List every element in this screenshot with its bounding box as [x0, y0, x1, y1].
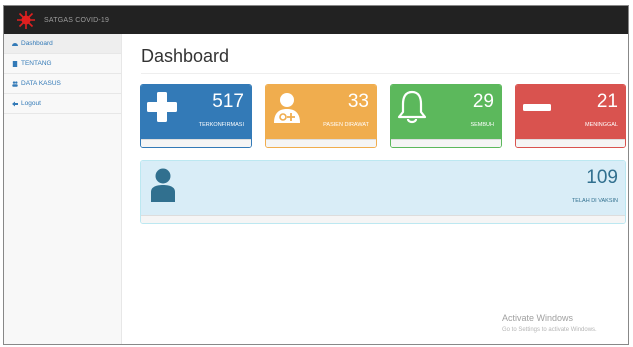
panel-pasien-dirawat[interactable]: 33 PASIEN DIRAWAT — [265, 84, 377, 148]
sidebar-item-dashboard[interactable]: Dashboard — [4, 34, 121, 54]
minus-icon — [523, 104, 551, 111]
panel-footer[interactable] — [266, 139, 376, 147]
sign-out-icon — [12, 101, 18, 106]
panel-value: 33 — [347, 91, 369, 112]
file-icon — [12, 60, 18, 67]
sidebar-item-label: TENTANG — [21, 60, 52, 67]
activate-windows-title: Activate Windows — [502, 313, 574, 323]
sidebar-item-label: Logout — [21, 100, 41, 107]
panel-telah-di-vaksin[interactable]: 109 TELAH DI VAKSIN — [140, 160, 626, 224]
panel-heading: 517 TERKONFIRMASI — [141, 85, 251, 140]
panel-label: TERKONFIRMASI — [198, 122, 244, 128]
panel-footer[interactable] — [141, 215, 625, 223]
panel-terkonfirmasi[interactable]: 517 TERKONFIRMASI — [140, 84, 252, 148]
activate-windows-subtitle: Go to Settings to activate Windows. — [502, 327, 597, 333]
brand[interactable]: SATGAS COVID-19 — [16, 10, 109, 30]
main-content: Dashboard 517 TERKONFIRMASI 33 PASIEN DI… — [134, 34, 628, 344]
brand-title: SATGAS COVID-19 — [44, 16, 110, 24]
sidebar-item-label: DATA KASUS — [21, 80, 61, 87]
panel-meninggal[interactable]: 21 MENINGGAL — [515, 84, 626, 148]
panel-heading: 21 MENINGGAL — [516, 85, 625, 140]
dashboard-icon — [12, 42, 18, 46]
sidebar: Dashboard TENTANG DATA KASUS Logout — [4, 34, 122, 344]
users-icon — [12, 80, 18, 87]
panel-label: SEMBUH — [470, 122, 494, 128]
panel-label: TELAH DI VAKSIN — [571, 198, 618, 204]
user-md-icon — [274, 93, 300, 123]
panel-footer[interactable] — [141, 139, 251, 147]
panel-heading: 109 TELAH DI VAKSIN — [141, 161, 625, 216]
panel-label: MENINGGAL — [584, 122, 618, 128]
virus-logo-icon — [17, 11, 35, 29]
panel-value: 109 — [586, 167, 618, 188]
user-icon — [151, 168, 175, 202]
sidebar-item-label: Dashboard — [21, 40, 53, 47]
top-navbar: SATGAS COVID-19 — [4, 6, 628, 34]
app-window: SATGAS COVID-19 Dashboard TENTANG DATA K… — [3, 5, 629, 345]
panel-value: 21 — [596, 91, 618, 112]
panel-value: 29 — [472, 91, 494, 112]
panel-footer[interactable] — [391, 139, 501, 147]
title-divider — [141, 73, 620, 74]
page-title: Dashboard — [141, 46, 230, 66]
plus-icon — [147, 92, 177, 122]
panel-sembuh[interactable]: 29 SEMBUH — [390, 84, 502, 148]
sidebar-item-data-kasus[interactable]: DATA KASUS — [4, 74, 121, 94]
panel-value: 517 — [212, 91, 244, 112]
panel-label: PASIEN DIRAWAT — [323, 122, 369, 128]
panel-footer[interactable] — [516, 139, 625, 147]
sidebar-item-tentang[interactable]: TENTANG — [4, 54, 121, 74]
panel-heading: 29 SEMBUH — [391, 85, 501, 140]
bell-icon — [397, 90, 427, 124]
sidebar-item-logout[interactable]: Logout — [4, 94, 121, 114]
panel-heading: 33 PASIEN DIRAWAT — [266, 85, 376, 140]
